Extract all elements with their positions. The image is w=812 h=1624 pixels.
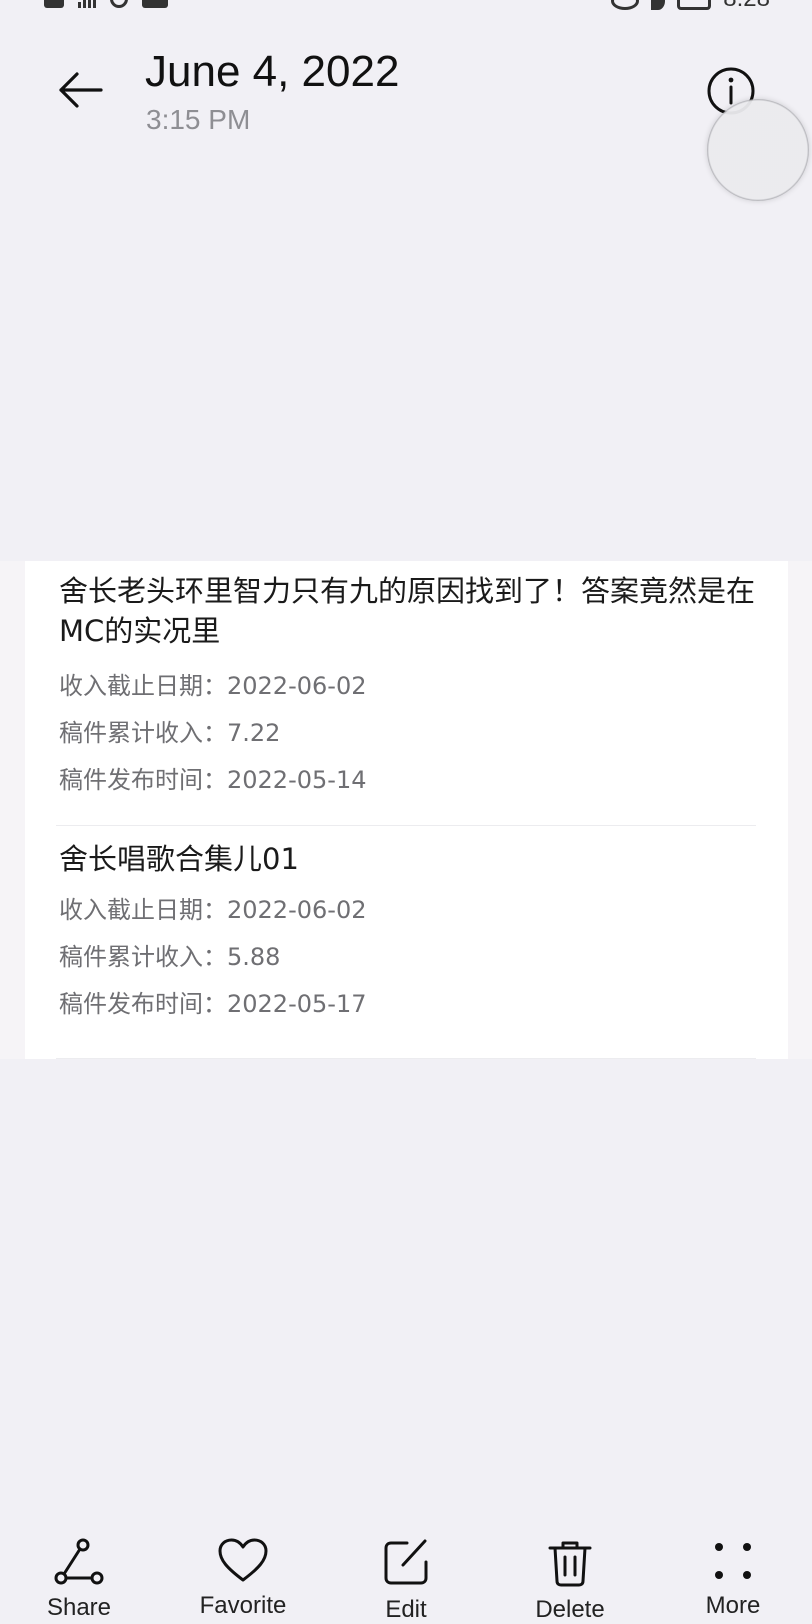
favorite-label: Favorite — [199, 1592, 287, 1619]
meta-label: 稿件累计收入： — [59, 943, 227, 971]
status-left-icons — [44, 0, 168, 8]
edit-button[interactable]: Edit — [341, 1538, 471, 1623]
meta-value: 2022-06-02 — [227, 672, 367, 700]
meta-label: 稿件发布时间： — [59, 766, 227, 794]
signal-icon — [78, 0, 96, 8]
share-label: Share — [46, 1594, 112, 1621]
share-icon — [51, 1538, 107, 1586]
battery-icon — [677, 0, 712, 10]
bottom-toolbar: Share Favorite Edit Delete More — [0, 1538, 812, 1623]
meta-value: 5.88 — [227, 943, 281, 971]
meta-value: 2022-05-17 — [227, 990, 367, 1018]
favorite-button[interactable]: Favorite — [178, 1538, 308, 1620]
meta-label: 收入截止日期： — [59, 896, 227, 924]
eye-comfort-icon — [611, 0, 640, 10]
list-item: 舍长唱歌合集儿01 收入截止日期：2022-06-02 稿件累计收入：5.88 … — [56, 825, 756, 1059]
meta-value: 7.22 — [227, 719, 281, 747]
status-bar: 8:28 — [0, 0, 812, 14]
status-time: 8:28 — [723, 0, 770, 11]
meta-value: 2022-06-02 — [227, 896, 367, 924]
delete-button[interactable]: Delete — [505, 1538, 635, 1623]
meta-label: 收入截止日期： — [59, 672, 227, 700]
location-icon — [651, 0, 666, 10]
work-title: 舍长唱歌合集儿01 — [59, 842, 299, 876]
list-item: 舍长老头环里智力只有九的原因找到了！答案竟然是在MC的实况里 收入截止日期：20… — [56, 571, 756, 826]
more-dots-icon — [705, 1538, 761, 1584]
image-edge-left — [0, 561, 25, 1059]
sim-icon — [44, 0, 64, 8]
page-subtitle: 3:15 PM — [146, 104, 251, 135]
wifi-icon — [110, 0, 128, 8]
heart-icon — [215, 1538, 271, 1584]
page-title: June 4, 2022 — [145, 47, 400, 96]
work-title: 舍长老头环里智力只有九的原因找到了！答案竟然是在MC的实况里 — [59, 574, 756, 648]
camera-icon — [142, 0, 168, 8]
share-button[interactable]: Share — [14, 1538, 144, 1621]
meta-row-publish-date: 稿件发布时间：2022-05-14 — [59, 765, 366, 795]
photo-content[interactable]: 舍长老头环里智力只有九的原因找到了！答案竟然是在MC的实况里 收入截止日期：20… — [25, 561, 788, 1059]
meta-row-publish-date: 稿件发布时间：2022-05-17 — [59, 989, 366, 1019]
image-edge-right — [788, 561, 812, 1059]
status-right-icons: 8:28 — [611, 0, 770, 11]
more-button[interactable]: More — [668, 1538, 798, 1620]
meta-label: 稿件累计收入： — [59, 719, 227, 747]
meta-value: 2022-05-14 — [227, 766, 367, 794]
trash-icon — [542, 1538, 598, 1588]
meta-row-total-income: 稿件累计收入：7.22 — [59, 718, 280, 748]
meta-row-income-deadline: 收入截止日期：2022-06-02 — [59, 671, 366, 701]
meta-row-total-income: 稿件累计收入：5.88 — [59, 942, 280, 972]
back-arrow-icon — [59, 72, 103, 108]
more-label: More — [705, 1592, 761, 1619]
meta-label: 稿件发布时间： — [59, 990, 227, 1018]
back-button[interactable] — [50, 64, 110, 116]
meta-row-income-deadline: 收入截止日期：2022-06-02 — [59, 895, 366, 925]
edit-icon — [378, 1538, 434, 1588]
touch-indicator — [707, 99, 809, 201]
